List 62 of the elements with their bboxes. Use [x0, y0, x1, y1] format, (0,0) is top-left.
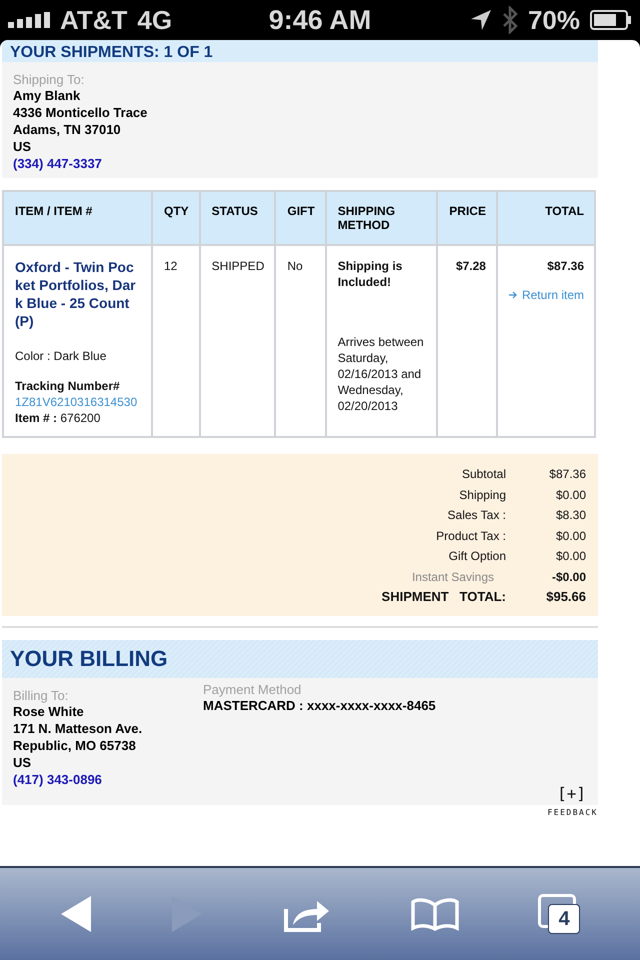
total-value: $87.36: [548, 466, 586, 482]
column-header: PRICE: [437, 191, 497, 245]
total-label: Sales Tax :: [446, 507, 506, 524]
feedback-link[interactable]: FEEDBACK: [547, 808, 598, 817]
column-header: GIFT: [275, 191, 326, 245]
bluetooth-icon: [502, 6, 518, 34]
column-header: QTY: [152, 191, 200, 245]
address-line: Amy Blank: [13, 87, 82, 104]
total-label: Product Tax :: [435, 528, 506, 544]
product-link[interactable]: Oxford - Twin Pocket Portfolios, Dark Blue - 25 Count (P): [15, 258, 137, 330]
location-arrow-icon: [470, 9, 492, 31]
arrow-icon: [508, 291, 518, 299]
payment-label: Payment Method: [203, 682, 302, 697]
section-title: YOUR SHIPMENTS: 1 OF 1: [10, 44, 213, 62]
shipping-note: Shipping is Included!: [338, 258, 404, 290]
back-icon[interactable]: [60, 895, 92, 933]
address-line: US: [13, 138, 32, 155]
address-line: Adams, TN 37010: [13, 121, 122, 138]
total-label: Instant Savings: [410, 568, 495, 585]
total-label: Gift Option: [448, 548, 506, 564]
section-title: YOUR BILLING: [10, 646, 168, 672]
address-line: Republic, MO 65738: [13, 737, 137, 754]
gift-value: No: [287, 259, 303, 273]
carrier: AT&T: [60, 4, 128, 36]
product-color: Color : Dark Blue: [15, 348, 108, 364]
column-header: SHIPPING METHOD: [326, 191, 438, 245]
unit-price: $7.28: [456, 259, 486, 273]
tracking-label: Tracking Number#: [15, 378, 121, 394]
address-line: US: [13, 754, 32, 771]
line-total: $87.36: [546, 258, 584, 274]
total-value: $0.00: [554, 528, 586, 544]
column-header: STATUS: [200, 191, 276, 245]
battery-icon: [590, 10, 632, 30]
signal-icon: [8, 12, 50, 28]
tab-count[interactable]: 4: [548, 904, 580, 934]
address-line: Rose White: [13, 703, 85, 720]
feedback-icon[interactable]: [+]: [557, 784, 586, 803]
address-label: Billing To:: [13, 688, 70, 703]
battery-percent: 70%: [528, 4, 580, 36]
total-label: Subtotal: [460, 466, 506, 482]
total-value: $8.30: [554, 507, 586, 524]
bookmarks-icon[interactable]: [410, 897, 459, 931]
address-line: 4336 Monticello Trace: [13, 104, 148, 121]
arrival-dates: Arrives between Saturday, 02/16/2013 and Wednesday, 02/20/2013: [338, 334, 425, 414]
total-value: $0.00: [554, 486, 586, 503]
column-header: TOTAL: [496, 191, 595, 245]
item-number: Item # : 676200: [15, 410, 102, 426]
phone-link[interactable]: (417) 343-0896: [13, 771, 143, 788]
column-header: ITEM / ITEM #: [3, 191, 152, 245]
total-value: $95.66: [545, 589, 586, 606]
phone-link[interactable]: (334) 447-3337: [13, 155, 587, 172]
total-label: Shipping: [458, 486, 506, 503]
address-line: 171 N. Matteson Ave.: [13, 720, 143, 737]
total-value: -$0.00: [550, 568, 586, 585]
network-type: 4G: [137, 4, 172, 36]
clock: 9:46 AM: [268, 4, 372, 36]
total-value: $0.00: [554, 548, 586, 564]
status: SHIPPED: [212, 259, 264, 273]
address-label: Shipping To:: [13, 72, 86, 87]
total-label: SHIPMENT TOTAL:: [380, 589, 506, 606]
payment-method: MASTERCARD : xxxx-xxxx-xxxx-8465: [203, 697, 436, 714]
quantity: 12: [164, 259, 178, 273]
